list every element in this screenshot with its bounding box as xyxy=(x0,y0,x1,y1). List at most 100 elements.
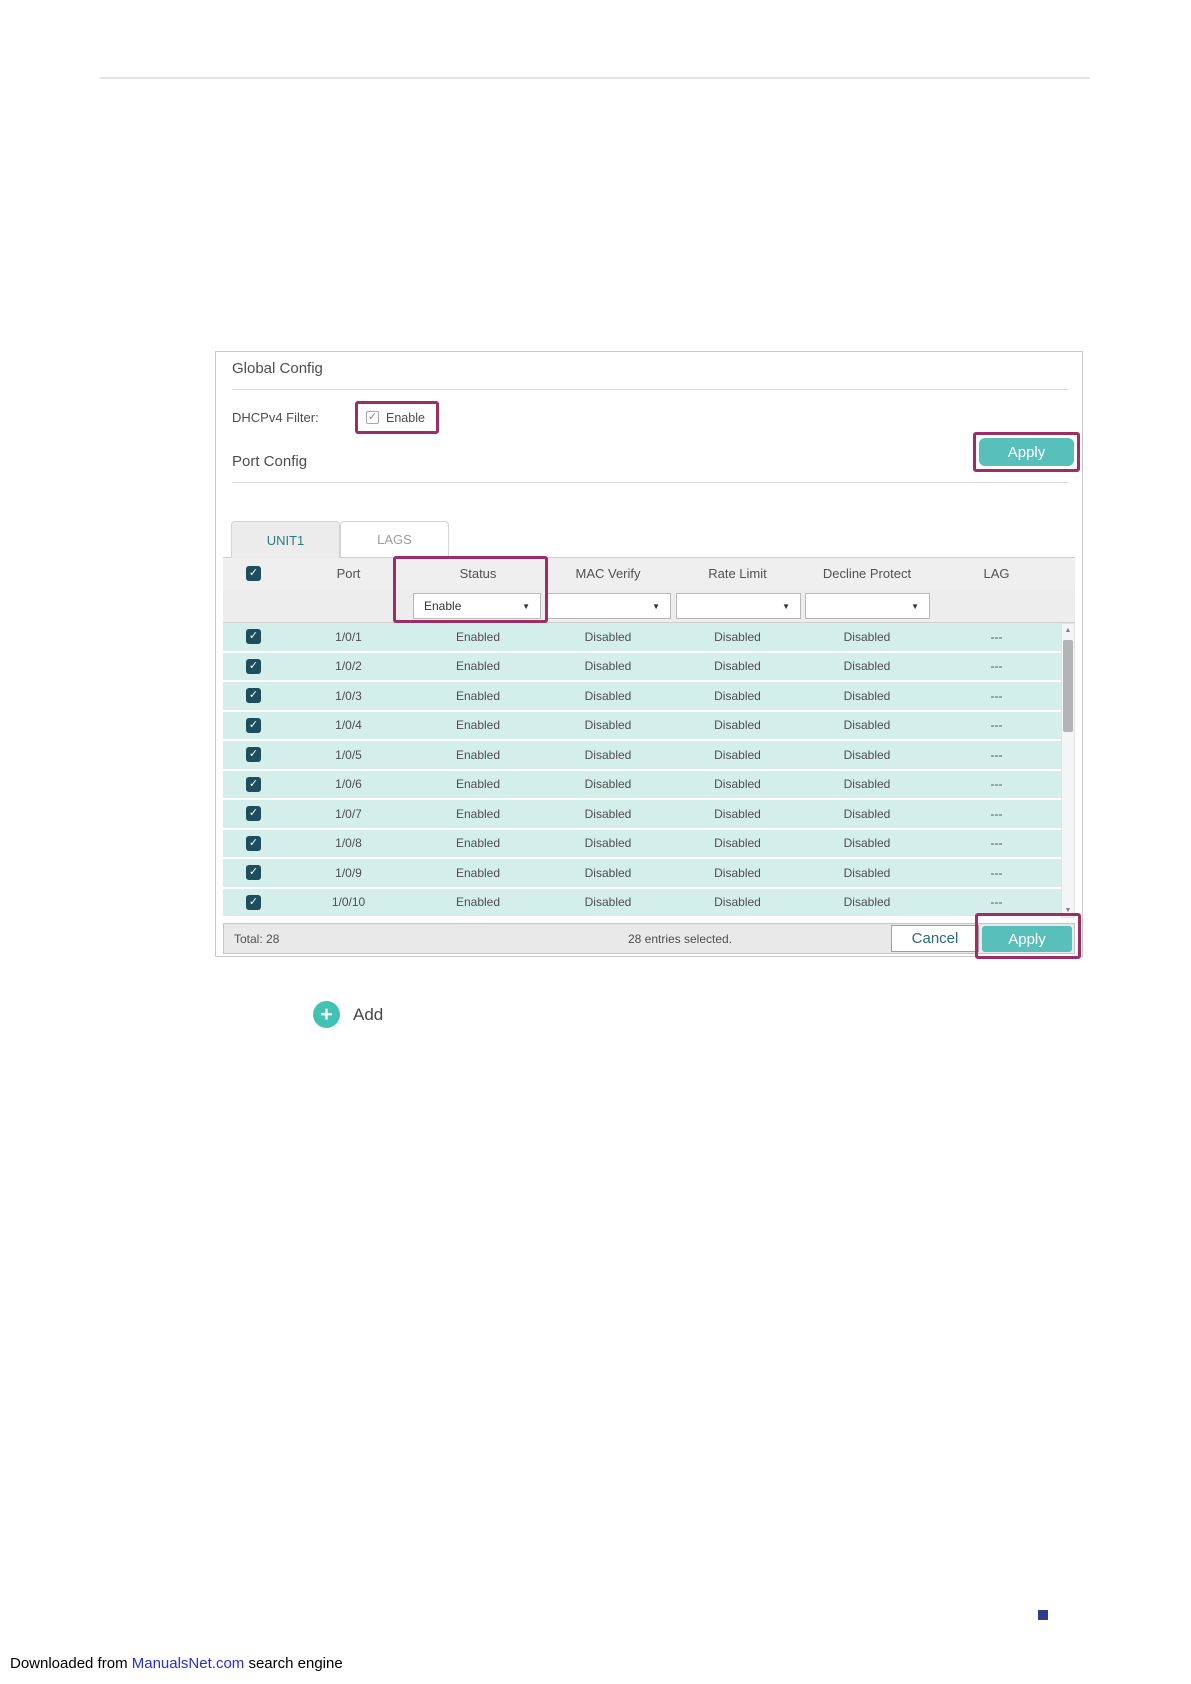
cell-lag: --- xyxy=(990,895,1003,910)
cell-rate-limit: Disabled xyxy=(714,836,761,851)
table-row[interactable]: ✓ 1/0/3 Enabled Disabled Disabled Disabl… xyxy=(223,682,1061,712)
row-checkbox[interactable]: ✓ xyxy=(246,806,261,822)
table-apply-highlight-box: Apply xyxy=(975,913,1081,959)
cell-status: Enabled xyxy=(455,865,501,880)
cell-lag: --- xyxy=(990,688,1003,703)
row-checkbox[interactable]: ✓ xyxy=(246,776,261,792)
table-row[interactable]: ✓ 1/0/9 Enabled Disabled Disabled Disabl… xyxy=(223,859,1061,889)
cell-decline-protect: Disabled xyxy=(843,895,891,910)
global-config-divider xyxy=(232,389,1068,390)
page-marker-square xyxy=(1038,1610,1048,1620)
column-header-mac-verify: MAC Verify xyxy=(575,566,641,581)
cell-mac-verify: Disabled xyxy=(584,895,632,910)
table-row[interactable]: ✓ 1/0/5 Enabled Disabled Disabled Disabl… xyxy=(223,741,1061,771)
checkmark-icon: ✓ xyxy=(248,807,259,820)
scroll-up-icon[interactable]: ▲ xyxy=(1062,627,1074,634)
cell-port: 1/0/4 xyxy=(335,718,362,733)
table-row[interactable]: ✓ 1/0/2 Enabled Disabled Disabled Disabl… xyxy=(223,652,1061,683)
table-scrollbar[interactable]: ▲ ▼ xyxy=(1061,623,1075,918)
cell-decline-protect: Disabled xyxy=(843,836,891,851)
select-all-checkbox[interactable]: ✓ xyxy=(246,566,261,581)
cell-port: 1/0/3 xyxy=(335,688,362,703)
manualsnet-link[interactable]: ManualsNet.com xyxy=(132,1655,245,1672)
cell-decline-protect: Disabled xyxy=(843,806,891,821)
cell-mac-verify: Disabled xyxy=(584,836,632,851)
decline-protect-filter-dropdown[interactable]: ▼ xyxy=(805,593,930,619)
status-column-highlight-box xyxy=(393,556,548,623)
top-divider xyxy=(100,77,1090,79)
row-checkbox[interactable]: ✓ xyxy=(246,688,261,704)
row-checkbox[interactable]: ✓ xyxy=(246,835,261,851)
footer-suffix: search engine xyxy=(244,1655,343,1672)
cell-port: 1/0/8 xyxy=(335,836,362,851)
checkmark-icon: ✓ xyxy=(248,836,259,849)
add-button[interactable]: + Add xyxy=(313,1001,383,1028)
table-row[interactable]: ✓ 1/0/8 Enabled Disabled Disabled Disabl… xyxy=(223,829,1061,860)
total-count: Total: 28 xyxy=(234,932,280,946)
cell-lag: --- xyxy=(990,747,1003,762)
global-apply-highlight-box: Apply xyxy=(973,432,1080,472)
cell-mac-verify: Disabled xyxy=(584,806,632,821)
enable-label: Enable xyxy=(386,410,425,425)
row-checkbox[interactable]: ✓ xyxy=(246,629,261,645)
cell-decline-protect: Disabled xyxy=(843,659,891,674)
dhcp-enable-checkbox[interactable]: ✓ xyxy=(366,411,379,424)
config-panel: Global Config DHCPv4 Filter: ✓ Enable Ap… xyxy=(215,351,1083,959)
table-row[interactable]: ✓ 1/0/6 Enabled Disabled Disabled Disabl… xyxy=(223,770,1061,801)
cell-mac-verify: Disabled xyxy=(584,747,632,762)
cell-port: 1/0/7 xyxy=(335,806,362,821)
cell-mac-verify: Disabled xyxy=(584,629,632,644)
global-config-title: Global Config xyxy=(232,360,323,377)
select-all-cell: ✓ xyxy=(223,566,284,581)
cell-lag: --- xyxy=(990,629,1003,644)
enable-highlight-box: ✓ Enable xyxy=(355,401,439,434)
cell-decline-protect: Disabled xyxy=(843,718,891,733)
dropdown-arrow-icon: ▼ xyxy=(782,601,790,611)
column-header-decline-protect: Decline Protect xyxy=(822,566,912,581)
rate-limit-filter-dropdown[interactable]: ▼ xyxy=(676,593,801,619)
row-checkbox[interactable]: ✓ xyxy=(246,865,261,881)
cell-status: Enabled xyxy=(455,718,501,733)
cell-rate-limit: Disabled xyxy=(714,747,761,762)
row-checkbox[interactable]: ✓ xyxy=(246,747,261,763)
tab-lags[interactable]: LAGS xyxy=(340,521,449,558)
column-header-lag: LAG xyxy=(983,566,1010,581)
plus-icon: + xyxy=(313,1001,340,1028)
table-row[interactable]: ✓ 1/0/1 Enabled Disabled Disabled Disabl… xyxy=(223,623,1061,653)
cell-decline-protect: Disabled xyxy=(843,777,891,792)
cell-decline-protect: Disabled xyxy=(843,629,891,644)
row-checkbox[interactable]: ✓ xyxy=(246,658,261,674)
cell-rate-limit: Disabled xyxy=(714,659,761,674)
selected-count: 28 entries selected. xyxy=(627,932,733,946)
cell-lag: --- xyxy=(990,836,1003,851)
tab-unit1[interactable]: UNIT1 xyxy=(231,521,340,558)
table-apply-button[interactable]: Apply xyxy=(982,926,1072,952)
global-apply-button[interactable]: Apply xyxy=(979,438,1074,466)
scrollbar-thumb[interactable] xyxy=(1063,640,1073,732)
cell-mac-verify: Disabled xyxy=(584,777,632,792)
cell-rate-limit: Disabled xyxy=(714,718,761,733)
row-checkbox[interactable]: ✓ xyxy=(246,894,261,910)
cancel-button[interactable]: Cancel xyxy=(891,925,979,952)
column-header-rate-limit: Rate Limit xyxy=(708,566,767,581)
checkmark-icon: ✓ xyxy=(248,689,259,702)
cell-port: 1/0/6 xyxy=(335,777,362,792)
cell-rate-limit: Disabled xyxy=(714,688,761,703)
cell-lag: --- xyxy=(990,777,1003,792)
row-checkbox[interactable]: ✓ xyxy=(246,717,261,733)
mac-verify-filter-dropdown[interactable]: ▼ xyxy=(546,593,671,619)
table-body: ✓ 1/0/1 Enabled Disabled Disabled Disabl… xyxy=(223,623,1061,918)
cell-rate-limit: Disabled xyxy=(714,777,761,792)
checkmark-icon: ✓ xyxy=(248,718,259,731)
cell-rate-limit: Disabled xyxy=(714,629,761,644)
port-config-title: Port Config xyxy=(232,453,308,470)
cell-mac-verify: Disabled xyxy=(584,659,632,674)
page: Global Config DHCPv4 Filter: ✓ Enable Ap… xyxy=(0,0,1191,1684)
cell-status: Enabled xyxy=(455,836,501,851)
cell-rate-limit: Disabled xyxy=(714,865,761,880)
table-row[interactable]: ✓ 1/0/10 Enabled Disabled Disabled Disab… xyxy=(223,888,1061,919)
table-row[interactable]: ✓ 1/0/4 Enabled Disabled Disabled Disabl… xyxy=(223,711,1061,742)
table-row[interactable]: ✓ 1/0/7 Enabled Disabled Disabled Disabl… xyxy=(223,800,1061,830)
add-button-label: Add xyxy=(353,1004,384,1024)
cell-status: Enabled xyxy=(455,895,501,910)
